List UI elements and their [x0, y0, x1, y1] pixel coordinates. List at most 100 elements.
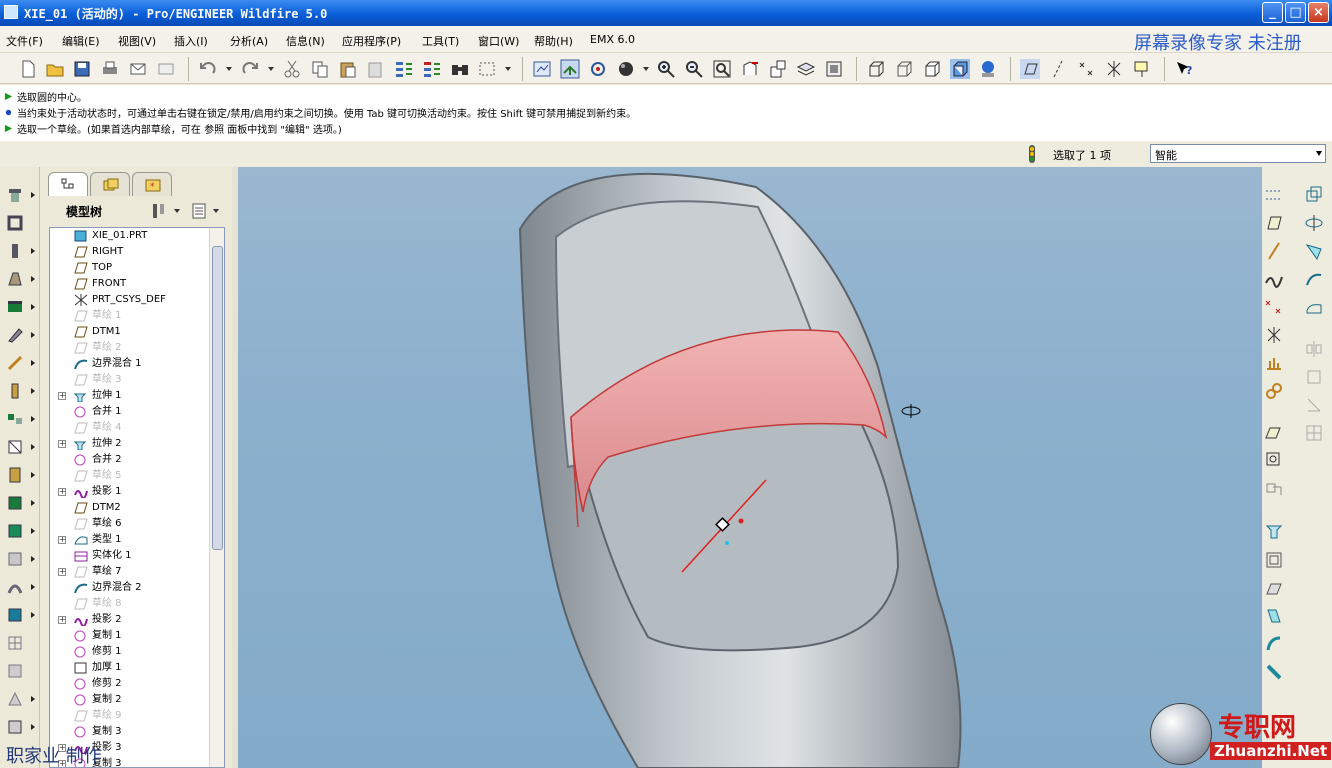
tree-row[interactable]: 草绘 2	[50, 340, 210, 356]
flyout-arrow-icon[interactable]	[31, 388, 35, 394]
boundary-tool-icon[interactable]	[1304, 269, 1324, 289]
tree-row[interactable]: + 类型 1	[50, 532, 210, 548]
analysis-tool-icon[interactable]	[1264, 353, 1284, 373]
tree-row[interactable]: XIE_01.PRT	[50, 228, 210, 244]
tree-scrollbar[interactable]	[209, 228, 224, 767]
repaint-icon[interactable]	[532, 59, 552, 79]
menu-tools[interactable]: 工具(T)	[422, 33, 459, 49]
datum-curve-tool-icon[interactable]	[1264, 269, 1284, 289]
tree-scrollbar-thumb[interactable]	[212, 246, 223, 550]
tree-show-dropdown-icon[interactable]	[213, 209, 219, 213]
offset-tool-icon[interactable]	[6, 522, 24, 540]
sketch-point[interactable]	[738, 518, 744, 524]
cut-icon[interactable]	[282, 59, 302, 79]
rib-tool-icon[interactable]	[6, 242, 24, 260]
draft-tool-icon[interactable]	[6, 270, 24, 288]
paste-special-icon[interactable]	[366, 59, 386, 79]
context-help-icon[interactable]: ?	[1174, 59, 1194, 79]
menu-edit[interactable]: 编辑(E)	[62, 33, 100, 49]
thicken-tool-icon[interactable]	[6, 382, 24, 400]
helical-sweep-icon[interactable]	[1264, 662, 1284, 682]
datum-axes-toggle-icon[interactable]	[1048, 59, 1068, 79]
menu-analysis[interactable]: 分析(A)	[230, 33, 268, 49]
no-hidden-icon[interactable]	[922, 59, 942, 79]
fill-tool-icon[interactable]	[1304, 297, 1324, 317]
menu-applications[interactable]: 应用程序(P)	[342, 33, 401, 49]
mail-link-icon[interactable]	[156, 59, 176, 79]
flexible-modeling-icon[interactable]	[6, 690, 24, 708]
tree-row[interactable]: 草绘 9	[50, 708, 210, 724]
solidify-tool-icon[interactable]	[6, 550, 24, 568]
view-manager-icon[interactable]	[824, 59, 844, 79]
sketched-curve-icon[interactable]	[1264, 450, 1284, 470]
tree-row[interactable]: + 草绘 7	[50, 564, 210, 580]
tree-row[interactable]: 修剪 2	[50, 676, 210, 692]
tree-settings-dropdown-icon[interactable]	[174, 209, 180, 213]
regen-manager-icon[interactable]	[422, 59, 442, 79]
sketch-point[interactable]	[725, 541, 729, 545]
flyout-arrow-icon[interactable]	[31, 276, 35, 282]
tree-row[interactable]: 草绘 4	[50, 420, 210, 436]
flyout-arrow-icon[interactable]	[31, 332, 35, 338]
flyout-arrow-icon[interactable]	[31, 416, 35, 422]
tree-row[interactable]: + 拉伸 1	[50, 388, 210, 404]
merge-tool-icon[interactable]	[6, 466, 24, 484]
tree-row[interactable]: DTM1	[50, 324, 210, 340]
maximize-button[interactable]: □	[1285, 2, 1306, 23]
hidden-line-icon[interactable]	[894, 59, 914, 79]
tree-row[interactable]: 边界混合 1	[50, 356, 210, 372]
shoe-last-model[interactable]	[238, 167, 1262, 768]
traffic-light-icon[interactable]	[1026, 144, 1038, 164]
saved-views-icon[interactable]	[768, 59, 788, 79]
expand-toggle[interactable]: +	[58, 568, 66, 576]
orient-mode-icon[interactable]	[588, 59, 608, 79]
flyout-arrow-icon[interactable]	[31, 584, 35, 590]
flyout-arrow-icon[interactable]	[31, 248, 35, 254]
tree-row[interactable]: 草绘 3	[50, 372, 210, 388]
intent-curve-icon[interactable]	[1264, 478, 1284, 498]
menu-insert[interactable]: 插入(I)	[174, 33, 208, 49]
tree-row[interactable]: + 拉伸 2	[50, 436, 210, 452]
flyout-arrow-icon[interactable]	[31, 360, 35, 366]
tree-row[interactable]: 复制 3	[50, 724, 210, 740]
tree-row[interactable]: TOP	[50, 260, 210, 276]
flyout-arrow-icon[interactable]	[31, 696, 35, 702]
csys-tool-icon[interactable]	[1264, 325, 1284, 345]
layers-icon[interactable]	[796, 59, 816, 79]
flyout-arrow-icon[interactable]	[31, 304, 35, 310]
select-box-icon[interactable]	[477, 59, 497, 79]
variable-sweep-icon[interactable]	[1264, 634, 1284, 654]
boundary-blend-tool-icon[interactable]	[6, 606, 24, 624]
pattern-tool-icon[interactable]	[6, 410, 24, 428]
tree-row[interactable]: 草绘 5	[50, 468, 210, 484]
menu-file[interactable]: 文件(F)	[6, 33, 43, 49]
extrude-tool-icon[interactable]	[1264, 522, 1284, 542]
assembly-tool-icon[interactable]	[6, 718, 24, 736]
menu-view[interactable]: 视图(V)	[118, 33, 156, 49]
open-folder-icon[interactable]	[45, 59, 65, 79]
model-tree[interactable]: XIE_01.PRT RIGHT TOP FRONT PRT_CSYS_DEF 草绘 1 D…	[49, 227, 225, 768]
redo-icon[interactable]	[240, 59, 260, 79]
freestyle-tool-icon[interactable]	[6, 662, 24, 680]
close-button[interactable]: ×	[1308, 2, 1329, 23]
datum-points-toggle-icon[interactable]	[1076, 59, 1096, 79]
shading-icon[interactable]	[950, 59, 970, 79]
undo-icon[interactable]	[198, 59, 218, 79]
appearance-sphere-icon[interactable]	[616, 59, 636, 79]
menu-help[interactable]: 帮助(H)	[534, 33, 573, 49]
tree-show-icon[interactable]	[190, 202, 210, 220]
blend-tool-icon[interactable]	[1304, 241, 1324, 261]
menu-emx[interactable]: EMX 6.0	[590, 33, 635, 46]
flyout-arrow-icon[interactable]	[31, 556, 35, 562]
annotations-toggle-icon[interactable]	[1132, 59, 1152, 79]
regenerate-icon[interactable]	[394, 59, 414, 79]
menu-window[interactable]: 窗口(W)	[478, 33, 519, 49]
tree-row[interactable]: 草绘 8	[50, 596, 210, 612]
new-file-icon[interactable]	[18, 59, 38, 79]
hole-tool-icon[interactable]	[6, 186, 24, 204]
intersect-geometry-icon[interactable]	[1304, 395, 1324, 415]
tree-row[interactable]: 草绘 6	[50, 516, 210, 532]
select-dropdown-icon[interactable]	[505, 67, 511, 71]
zoom-in-icon[interactable]	[656, 59, 676, 79]
flyout-arrow-icon[interactable]	[31, 724, 35, 730]
